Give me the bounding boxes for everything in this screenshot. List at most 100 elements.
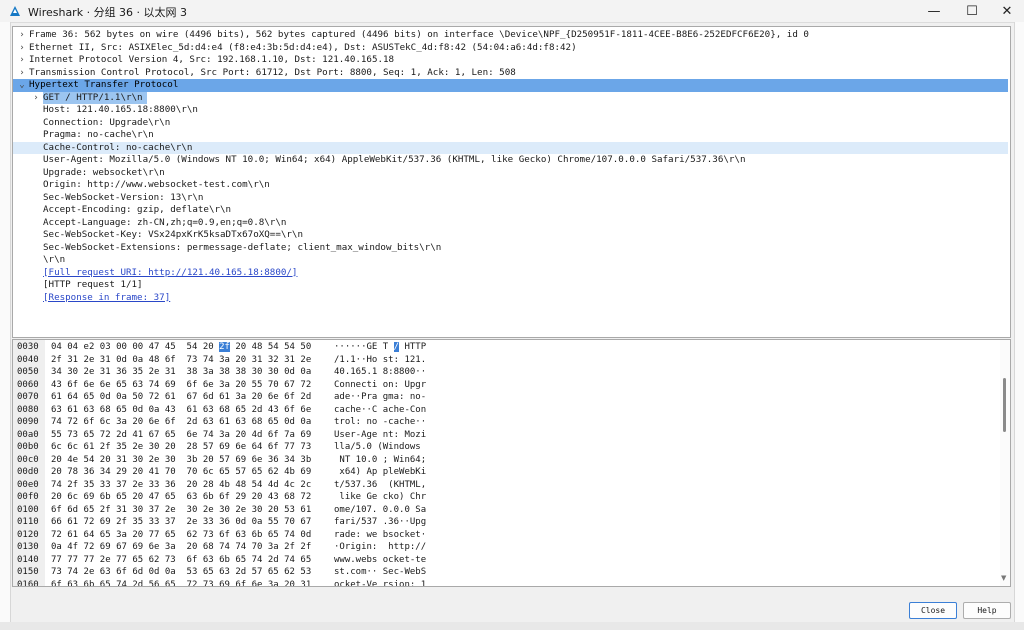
hex-byte[interactable]: 20 [252, 392, 263, 402]
hex-byte[interactable]: 20 [235, 380, 246, 390]
hex-byte[interactable]: 30 [132, 505, 143, 515]
hex-byte[interactable]: 55 [268, 517, 279, 527]
help-button[interactable]: Help [963, 602, 1011, 619]
expand-arrow-icon[interactable]: › [17, 67, 27, 80]
hex-byte[interactable]: 57 [219, 455, 230, 465]
hex-byte[interactable]: 73 [187, 355, 198, 365]
expand-arrow-icon[interactable]: › [17, 29, 27, 42]
tree-row[interactable]: [Full request URI: http://121.40.165.18:… [13, 267, 1008, 280]
hex-byte[interactable]: 33 [203, 517, 214, 527]
hex-byte[interactable]: 4d [252, 430, 263, 440]
hex-byte[interactable]: 67 [300, 517, 311, 527]
hex-byte[interactable]: 04 [67, 342, 78, 352]
hex-byte[interactable]: 20 [203, 342, 214, 352]
hex-row[interactable]: 0120 72 61 64 65 3a 20 77 65 62 73 6f 63 … [13, 529, 993, 542]
hex-byte[interactable]: 0d [132, 405, 143, 415]
hex-byte[interactable]: 63 [187, 492, 198, 502]
hex-byte[interactable]: 65 [268, 417, 279, 427]
hex-byte[interactable]: 6f [51, 580, 62, 587]
hex-byte[interactable]: 69 [219, 580, 230, 587]
hex-byte[interactable]: 48 [235, 480, 246, 490]
hex-byte[interactable]: 72 [300, 492, 311, 502]
hex-byte[interactable]: 6e [187, 430, 198, 440]
hex-byte[interactable]: 6e [252, 455, 263, 465]
tree-row[interactable]: Cache-Control: no-cache\r\n [13, 141, 1008, 154]
hex-byte[interactable]: 77 [84, 555, 95, 565]
hex-byte[interactable]: 2e [84, 567, 95, 577]
hex-row[interactable]: 0080 63 61 63 68 65 0d 0a 43 61 63 68 65 … [13, 404, 993, 417]
hex-byte[interactable]: 54 [84, 455, 95, 465]
hex-byte[interactable]: 64 [252, 442, 263, 452]
hex-byte[interactable]: 74 [203, 355, 214, 365]
hex-byte[interactable]: 2e [149, 455, 160, 465]
tree-row-link[interactable]: [Response in frame: 37] [43, 292, 170, 305]
hex-byte[interactable]: 2f [284, 542, 295, 552]
hex-byte[interactable]: 63 [67, 580, 78, 587]
hex-byte[interactable]: 20 [252, 492, 263, 502]
tree-row[interactable]: ⌄ Hypertext Transfer Protocol [13, 79, 1008, 92]
hex-byte[interactable]: 29 [235, 492, 246, 502]
maximize-button[interactable]: ☐ [952, 0, 992, 22]
hex-byte[interactable]: 30 [149, 442, 160, 452]
hex-byte[interactable]: 47 [149, 342, 160, 352]
hex-byte[interactable]: 70 [284, 517, 295, 527]
hex-byte[interactable]: 69 [132, 542, 143, 552]
hex-byte[interactable]: 70 [268, 380, 279, 390]
hex-byte[interactable]: 61 [219, 392, 230, 402]
hex-byte[interactable]: 6f [187, 555, 198, 565]
tree-row-link[interactable]: [Full request URI: http://121.40.165.18:… [43, 267, 297, 280]
hex-byte[interactable]: 6f [165, 355, 176, 365]
hex-byte[interactable]: 72 [84, 542, 95, 552]
hex-byte[interactable]: 6f [67, 380, 78, 390]
hex-byte[interactable]: 29 [116, 467, 127, 477]
hex-byte[interactable]: 30 [268, 367, 279, 377]
hex-byte[interactable]: 2e [149, 367, 160, 377]
tree-row[interactable]: [HTTP request 1/1] [13, 279, 1008, 292]
hex-byte[interactable]: 0a [252, 517, 263, 527]
hex-byte[interactable]: 56 [149, 580, 160, 587]
hex-byte[interactable]: 74 [149, 380, 160, 390]
hex-byte[interactable]: 65 [100, 530, 111, 540]
hex-byte[interactable]: 2d [268, 555, 279, 565]
hex-byte[interactable]: 3a [203, 367, 214, 377]
hex-byte[interactable]: 67 [284, 380, 295, 390]
hex-byte[interactable]: 20 [132, 530, 143, 540]
tree-row[interactable]: › GET / HTTP/1.1\r\n [13, 91, 1008, 104]
hex-byte[interactable]: 37 [116, 480, 127, 490]
close-window-button[interactable]: ✕ [987, 0, 1024, 22]
hex-byte[interactable]: 69 [100, 517, 111, 527]
hex-byte[interactable]: 72 [51, 530, 62, 540]
hex-byte[interactable]: 2f [300, 542, 311, 552]
hex-byte[interactable]: 61 [165, 392, 176, 402]
hex-byte[interactable]: 3a [116, 530, 127, 540]
hex-byte[interactable]: 33 [149, 517, 160, 527]
hex-byte[interactable]: 0d [100, 392, 111, 402]
hex-byte[interactable]: 73 [203, 530, 214, 540]
hex-byte[interactable]: 30 [67, 367, 78, 377]
tree-row[interactable]: Sec-WebSocket-Extensions: permessage-def… [13, 242, 1008, 255]
hex-byte[interactable]: 73 [300, 442, 311, 452]
hex-byte[interactable]: 20 [284, 580, 295, 587]
hex-byte[interactable]: 2c [300, 480, 311, 490]
hex-byte[interactable]: 74 [116, 580, 127, 587]
expand-arrow-icon[interactable]: › [17, 42, 27, 55]
hex-byte[interactable]: 3a [219, 380, 230, 390]
tree-row[interactable]: › Transmission Control Protocol, Src Port… [13, 67, 1008, 80]
hex-byte[interactable]: 34 [284, 455, 295, 465]
hex-byte[interactable]: 53 [300, 567, 311, 577]
hex-byte[interactable]: 2e [300, 355, 311, 365]
hex-row[interactable]: 0090 74 72 6f 6c 3a 20 6e 6f 2d 63 61 63 … [13, 416, 993, 429]
hex-byte[interactable]: 6f [268, 430, 279, 440]
packet-details-tree[interactable]: › Frame 36: 562 bytes on wire (4496 bits)… [12, 26, 1011, 338]
hex-byte[interactable]: 2e [187, 517, 198, 527]
hex-byte[interactable]: 69 [219, 442, 230, 452]
hex-byte[interactable]: 57 [203, 442, 214, 452]
hex-byte[interactable]: 6c [67, 492, 78, 502]
hex-byte[interactable]: 48 [252, 342, 263, 352]
hex-byte[interactable]: 35 [116, 442, 127, 452]
hex-byte[interactable]: 6e [252, 580, 263, 587]
hex-byte[interactable]: 6e [100, 380, 111, 390]
hex-byte[interactable]: 31 [284, 355, 295, 365]
hex-byte[interactable]: 04 [51, 342, 62, 352]
tree-row[interactable]: › Internet Protocol Version 4, Src: 192.1… [13, 54, 1008, 67]
